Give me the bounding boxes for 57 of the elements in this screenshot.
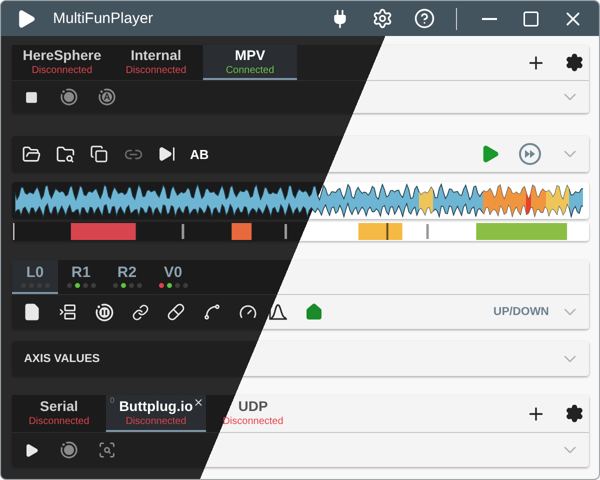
- close-icon: [193, 397, 204, 408]
- stop-icon: [24, 90, 38, 104]
- bell-curve-icon: [268, 303, 288, 321]
- tab-label: MPV: [234, 47, 266, 63]
- connection-status: Disconnected: [126, 65, 186, 76]
- gauge-icon: [239, 303, 257, 321]
- tab-label: UDP: [238, 398, 268, 414]
- section-header: AXIS VALUES: [24, 352, 100, 364]
- tab-label: Serial: [40, 398, 78, 414]
- scan-search-icon: [98, 441, 116, 459]
- connection-tab[interactable]: UDP Disconnected: [206, 395, 300, 432]
- tab-label: R2: [117, 264, 137, 281]
- tab-label: Internal: [130, 47, 182, 63]
- connection-tab[interactable]: Internal Disconnected: [109, 45, 203, 80]
- connection-status: Disconnected: [222, 416, 284, 427]
- tab-label: R1: [71, 264, 91, 281]
- folder-search-icon: [56, 144, 74, 164]
- skip-forward-icon: [158, 145, 176, 163]
- connection-tab[interactable]: HereSphere Disconnected: [15, 45, 109, 80]
- mode-label: UP/DOWN: [493, 306, 549, 318]
- tab-label: V0: [164, 264, 182, 281]
- close-button[interactable]: [193, 397, 204, 408]
- circled-a-icon: [97, 87, 117, 107]
- tab-label: L0: [26, 264, 44, 281]
- home-icon: [305, 303, 323, 321]
- tab-label: HereSphere: [22, 47, 102, 63]
- fast-forward-icon: [518, 142, 542, 166]
- connection-status: Disconnected: [28, 416, 90, 427]
- settings-icon: [372, 8, 392, 29]
- connection-tab[interactable]: MPV Connected: [203, 45, 297, 80]
- axis-tab[interactable]: V0: [150, 260, 196, 294]
- folder-icon: [22, 144, 40, 164]
- maximize-icon: [522, 10, 540, 28]
- link-icon: [132, 304, 148, 320]
- minimize-icon: [482, 18, 496, 20]
- copy-icon: [90, 145, 108, 163]
- dashed-pause-icon: [94, 302, 114, 322]
- tab-label: Buttplug.io: [119, 398, 193, 414]
- curve-icon: [203, 303, 221, 321]
- axis-tab[interactable]: R2: [104, 260, 150, 294]
- rows-icon: [59, 303, 77, 321]
- axis-tab[interactable]: R1: [58, 260, 104, 294]
- file-icon: [23, 303, 41, 321]
- play-icon: [24, 442, 38, 458]
- help-icon: [414, 8, 434, 29]
- connection-tab[interactable]: 0 Buttplug.io Disconnected: [106, 395, 206, 432]
- pill-icon: [167, 303, 185, 321]
- axis-tab[interactable]: L0: [12, 260, 58, 294]
- settings-icon: [564, 53, 584, 72]
- settings-icon: [564, 404, 584, 423]
- connection-status: Disconnected: [32, 65, 92, 76]
- connection-tab[interactable]: Serial Disconnected: [12, 395, 106, 432]
- tab-count-label: 0: [110, 396, 114, 405]
- ab-button[interactable]: AB: [190, 146, 209, 162]
- connection-status: Connected: [226, 65, 274, 76]
- window-title: MultiFunPlayer: [53, 10, 154, 27]
- connection-status: Disconnected: [126, 416, 186, 427]
